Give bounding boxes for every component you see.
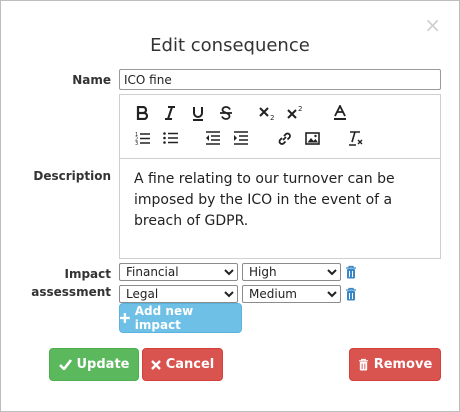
add-new-impact-button[interactable]: Add new impact xyxy=(119,303,242,333)
cancel-label: Cancel xyxy=(165,357,215,372)
clear-format-icon[interactable] xyxy=(346,128,366,148)
remove-label: Remove xyxy=(373,357,433,372)
svg-text:2: 2 xyxy=(270,114,274,121)
description-editor: 2 2 123 A fine relating to our turnover … xyxy=(119,94,441,259)
trash-icon[interactable] xyxy=(345,265,357,279)
update-button[interactable]: Update xyxy=(49,348,139,381)
impact-type-select[interactable]: Financial xyxy=(119,263,238,281)
image-icon[interactable] xyxy=(302,128,322,148)
impact-assessment-label: Impact assessment xyxy=(31,267,111,299)
svg-text:3: 3 xyxy=(135,141,138,145)
name-input[interactable] xyxy=(119,69,441,90)
check-icon xyxy=(58,359,72,370)
svg-text:2: 2 xyxy=(298,105,302,113)
remove-button[interactable]: Remove xyxy=(349,348,441,381)
underline-icon[interactable] xyxy=(188,103,208,123)
editor-toolbar: 2 2 123 xyxy=(120,95,440,159)
bold-icon[interactable] xyxy=(132,103,152,123)
impact-level-select[interactable]: High xyxy=(242,263,341,281)
superscript-icon[interactable]: 2 xyxy=(286,103,306,123)
add-new-impact-label: Add new impact xyxy=(134,304,194,332)
trash-icon[interactable] xyxy=(345,287,357,301)
indent-icon[interactable] xyxy=(230,128,250,148)
edit-consequence-dialog: × Edit consequence Name Description 2 2 xyxy=(0,0,460,412)
font-color-icon[interactable] xyxy=(330,103,350,123)
dialog-title: Edit consequence xyxy=(150,35,310,56)
impact-level-select[interactable]: Medium xyxy=(242,285,341,303)
italic-icon[interactable] xyxy=(160,103,180,123)
plus-icon xyxy=(120,313,130,323)
description-label: Description xyxy=(33,169,111,183)
link-icon[interactable] xyxy=(274,128,294,148)
name-label: Name xyxy=(72,73,111,87)
outdent-icon[interactable] xyxy=(202,128,222,148)
impact-type-select[interactable]: Legal xyxy=(119,285,238,303)
bullet-list-icon[interactable] xyxy=(160,128,180,148)
close-icon[interactable]: × xyxy=(424,15,441,35)
description-text[interactable]: A fine relating to our turnover can be i… xyxy=(120,159,440,242)
subscript-icon[interactable]: 2 xyxy=(258,103,278,123)
cancel-button[interactable]: Cancel xyxy=(142,348,223,381)
times-icon xyxy=(150,359,161,370)
update-label: Update xyxy=(76,357,130,372)
ordered-list-icon[interactable]: 123 xyxy=(132,128,152,148)
trash-icon xyxy=(358,358,368,371)
strikethrough-icon[interactable] xyxy=(216,103,236,123)
